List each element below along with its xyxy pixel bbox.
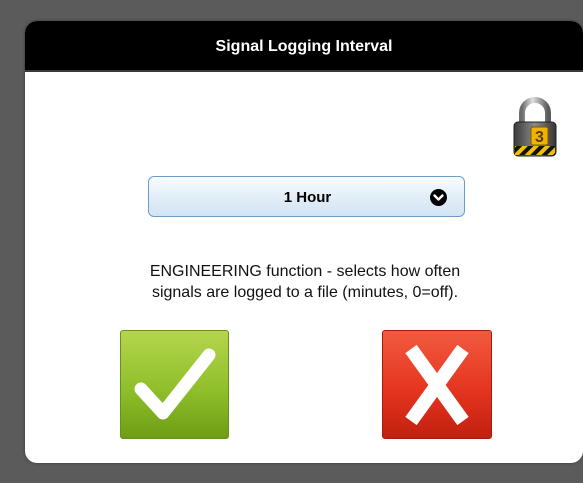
signal-logging-dialog: Signal Logging Interval 3 1 Hour ENGINEE… — [25, 21, 583, 463]
checkmark-icon — [134, 348, 216, 420]
description-line-1: ENGINEERING function - selects how often — [149, 263, 461, 280]
description-line-2: signals are logged to a file (minutes, 0… — [151, 284, 459, 301]
x-icon — [405, 344, 469, 426]
access-level-number: 3 — [535, 129, 544, 146]
interval-select-value: 1 Hour — [283, 189, 332, 206]
padlock-icon: 3 — [510, 96, 560, 158]
cancel-button[interactable] — [382, 330, 492, 439]
interval-select[interactable]: 1 Hour — [148, 176, 465, 217]
description-text: ENGINEERING function - selects how often… — [85, 261, 525, 303]
dialog-title: Signal Logging Interval — [25, 21, 583, 72]
confirm-button[interactable] — [120, 330, 229, 439]
chevron-down-icon — [430, 189, 447, 206]
